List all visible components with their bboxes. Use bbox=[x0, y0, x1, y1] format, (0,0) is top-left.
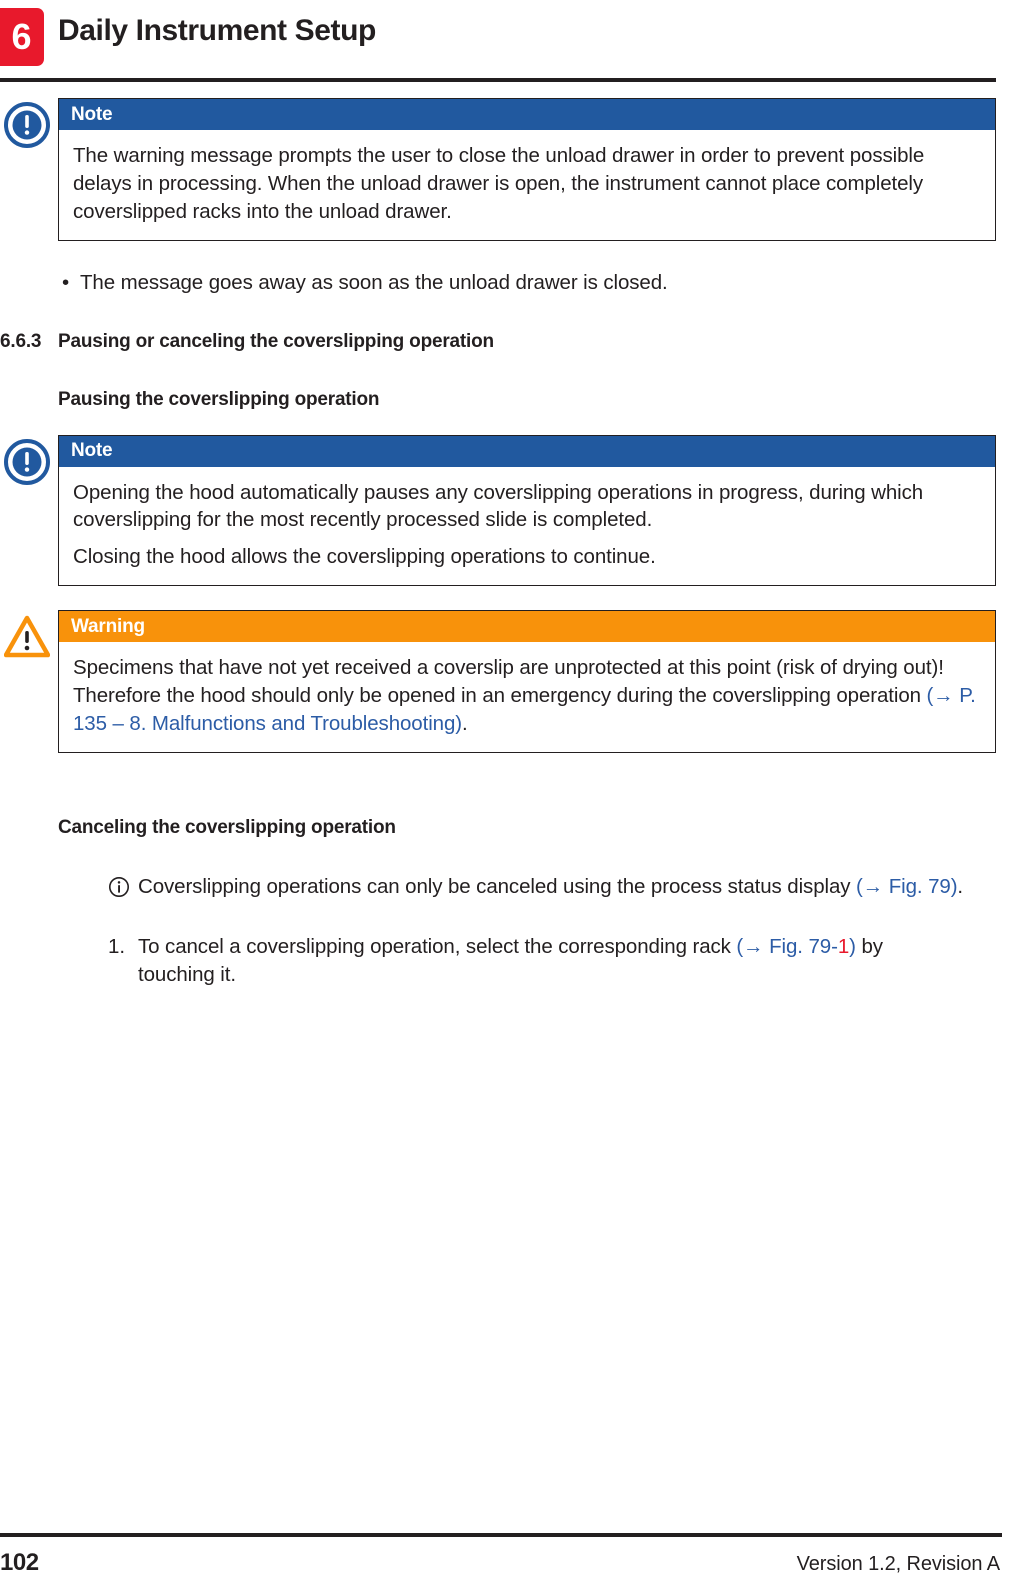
note-box-2-paragraph-1: Opening the hood automatically pauses an… bbox=[73, 480, 924, 532]
warning-triangle-icon bbox=[4, 614, 50, 660]
note-box-2-body: Opening the hood automatically pauses an… bbox=[59, 467, 995, 586]
page-content: Note The warning message prompts the use… bbox=[0, 98, 1012, 988]
document-version: Version 1.2, Revision A bbox=[796, 1553, 1000, 1575]
cross-reference-callout-number[interactable]: 1 bbox=[838, 935, 849, 958]
document-page: 6 Daily Instrument Setup Note The warnin… bbox=[0, 0, 1012, 1595]
section-title: Pausing or canceling the coverslipping o… bbox=[58, 330, 494, 352]
numbered-list-item-text: To cancel a coverslipping operation, sel… bbox=[138, 933, 938, 989]
note-circle-exclamation-icon bbox=[4, 102, 50, 148]
page-footer: 102 Version 1.2, Revision A bbox=[0, 1505, 1012, 1595]
warning-box: Warning Specimens that have not yet rece… bbox=[4, 610, 996, 753]
note-box-2-paragraph-2: Closing the hood allows the coverslippin… bbox=[73, 545, 656, 569]
info-text-before: Coverslipping operations can only be can… bbox=[138, 874, 856, 898]
section-number: 6.6.3 bbox=[0, 330, 42, 352]
bullet-list-item: • The message goes away as soon as the u… bbox=[62, 269, 1012, 297]
info-note: Coverslipping operations can only be can… bbox=[108, 873, 1012, 901]
page-header: 6 Daily Instrument Setup bbox=[0, 0, 1012, 88]
note-box-1-body: The warning message prompts the user to … bbox=[59, 130, 995, 240]
cross-reference-link[interactable]: (→ Fig. 79- bbox=[736, 935, 838, 958]
note-box-1-header: Note bbox=[59, 99, 995, 130]
chapter-number-badge: 6 bbox=[0, 8, 44, 66]
warning-box-header: Warning bbox=[59, 611, 995, 643]
note-box-2-header: Note bbox=[59, 435, 995, 467]
note-box-2-label: Note bbox=[71, 440, 113, 461]
note-box-1-paragraph: The warning message prompts the user to … bbox=[73, 144, 925, 223]
warning-box-body: Specimens that have not yet received a c… bbox=[59, 642, 995, 752]
header-divider bbox=[0, 78, 996, 82]
info-circle-icon bbox=[108, 873, 138, 901]
numbered-list-item: 1. To cancel a coverslipping operation, … bbox=[108, 933, 1012, 989]
sub-heading-pausing: Pausing the coverslipping operation bbox=[58, 388, 380, 410]
footer-divider bbox=[0, 1533, 1002, 1537]
note-box-2: Note Opening the hood automatically paus… bbox=[4, 434, 996, 587]
note-circle-exclamation-icon bbox=[4, 438, 50, 485]
cross-reference-link[interactable]: (→ Fig. 79) bbox=[856, 875, 958, 898]
warning-text-before: Specimens that have not yet received a c… bbox=[73, 656, 944, 707]
warning-text-after: . bbox=[461, 711, 468, 735]
bullet-marker: • bbox=[62, 270, 70, 294]
warning-box-label: Warning bbox=[71, 615, 145, 637]
list-item-number: 1. bbox=[108, 934, 126, 958]
section-heading: 6.6.3 Pausing or canceling the coverslip… bbox=[0, 331, 1012, 353]
sub-heading-canceling: Canceling the coverslipping operation bbox=[58, 816, 396, 838]
warning-box-paragraph: Specimens that have not yet received a c… bbox=[73, 654, 981, 738]
chapter-number: 6 bbox=[11, 16, 31, 57]
page-number: 102 bbox=[0, 1549, 39, 1576]
note-box-1-label: Note bbox=[71, 103, 113, 125]
bullet-text: The message goes away as soon as the unl… bbox=[80, 270, 668, 294]
step-text-before: To cancel a coverslipping operation, sel… bbox=[138, 934, 737, 958]
info-text-after: . bbox=[957, 874, 964, 898]
page-title: Daily Instrument Setup bbox=[58, 14, 376, 47]
cross-reference-link-close[interactable]: ) bbox=[849, 935, 856, 958]
note-box-1: Note The warning message prompts the use… bbox=[4, 98, 996, 241]
info-note-text: Coverslipping operations can only be can… bbox=[138, 873, 963, 901]
